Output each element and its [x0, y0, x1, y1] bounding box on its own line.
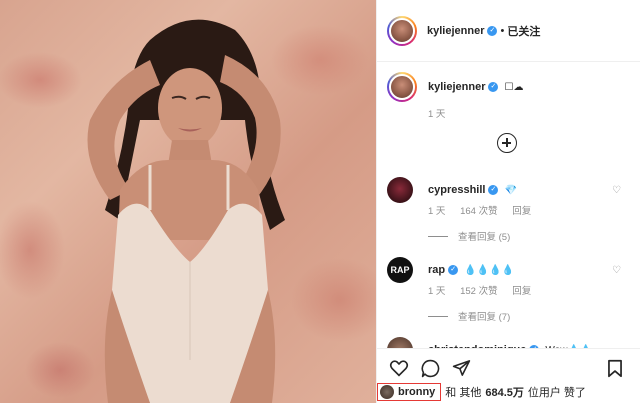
comment-text: 💎: [504, 184, 517, 196]
view-replies-button[interactable]: 查看回复 (5): [428, 229, 631, 243]
caption-avatar[interactable]: [387, 72, 417, 102]
separator-dot: •: [500, 24, 505, 37]
follow-status-button[interactable]: 已关注: [507, 23, 540, 39]
verified-badge-icon: ✓: [487, 25, 498, 36]
replies-divider: [428, 315, 448, 317]
post-caption: kyliejenner ✓ ☐☁ 1 天: [387, 72, 631, 120]
share-send-icon[interactable]: [452, 359, 471, 377]
commenter-avatar[interactable]: [387, 177, 413, 203]
caption-time[interactable]: 1 天: [428, 109, 445, 120]
comment-bubble-icon[interactable]: [421, 359, 440, 378]
liker-username[interactable]: bronny: [398, 386, 435, 398]
comment-time[interactable]: 1 天: [428, 206, 445, 217]
like-comment-heart-icon[interactable]: ♡: [612, 265, 621, 276]
reply-button[interactable]: 回复: [512, 286, 531, 297]
reply-button[interactable]: 回复: [512, 206, 531, 217]
commenter-username[interactable]: rap: [428, 264, 445, 276]
replies-divider: [428, 235, 448, 237]
caption-text: ☐☁: [504, 81, 524, 93]
post-photo-illustration: [87, 19, 285, 403]
comment-time[interactable]: 1 天: [428, 286, 445, 297]
post-header: kyliejenner ✓ • 已关注: [377, 0, 640, 62]
liker-avatar: [380, 385, 394, 399]
likes-count[interactable]: 684.5万: [485, 384, 524, 400]
verified-badge-icon: ✓: [488, 82, 499, 92]
comment-item: cypresshill ✓ 💎 ♡ 1 天 164 次赞 回复 查看回复 (5): [387, 177, 631, 243]
comment-likes[interactable]: 152 次赞: [460, 286, 498, 297]
liker-highlight-box[interactable]: bronny: [377, 383, 442, 401]
likes-suffix-text: 位用户 赞了: [527, 387, 586, 399]
caption-username[interactable]: kyliejenner: [428, 81, 485, 93]
post-image[interactable]: [0, 0, 376, 403]
view-replies-label: 查看回复 (7): [458, 312, 511, 323]
verified-badge-icon: ✓: [488, 185, 499, 195]
view-replies-button[interactable]: 查看回复 (7): [428, 309, 631, 323]
caption-meta: 1 天: [428, 106, 631, 120]
post-actions-bar: bronny 和 其他 684.5万 位用户 赞了: [377, 348, 640, 403]
author-username[interactable]: kyliejenner: [427, 25, 484, 37]
likes-middle-text: 和 其他: [445, 387, 482, 399]
comment-likes[interactable]: 164 次赞: [460, 206, 498, 217]
like-heart-icon[interactable]: [389, 359, 409, 377]
save-bookmark-icon[interactable]: [607, 359, 623, 378]
like-comment-heart-icon[interactable]: ♡: [612, 185, 621, 196]
commenter-username[interactable]: cypresshill: [428, 184, 485, 196]
load-more-comments-icon[interactable]: [497, 133, 517, 153]
view-replies-label: 查看回复 (5): [458, 232, 511, 243]
comment-meta: 1 天 152 次赞 回复: [428, 283, 631, 297]
author-avatar[interactable]: [387, 15, 417, 46]
comment-meta: 1 天 164 次赞 回复: [428, 203, 631, 217]
commenter-avatar[interactable]: RAP: [387, 257, 413, 283]
comment-item: RAP rap ✓ 💧💧💧💧 ♡ 1 天 152 次赞 回复 查看回复 (7): [387, 257, 631, 323]
likes-summary: bronny 和 其他 684.5万 位用户 赞了: [377, 383, 586, 401]
verified-badge-icon: ✓: [448, 265, 459, 275]
comment-text: 💧💧💧💧: [464, 264, 514, 276]
post-detail-panel: kyliejenner ✓ • 已关注 kyliejenner ✓ ☐☁ 1 天…: [376, 0, 640, 403]
